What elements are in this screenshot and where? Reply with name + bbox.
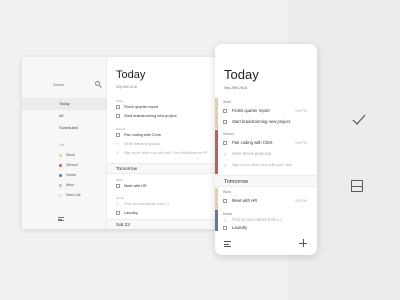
work-color-bar xyxy=(215,188,218,210)
task-label: Write thesis proposal xyxy=(232,151,272,156)
task-label: Meet with HR xyxy=(232,198,258,203)
list-item-misc[interactable]: Misc. xyxy=(22,180,107,190)
menu-line xyxy=(224,243,229,245)
task-label: Pair coding with Chris xyxy=(124,133,161,137)
section-home-block: Home Pick up succulents from LJ Laundry xyxy=(215,210,317,231)
task-item[interactable]: Meet with HR 4:30 PM xyxy=(223,196,313,206)
school-color-bar xyxy=(215,130,218,174)
page-title: Today xyxy=(116,69,146,81)
menu-icon[interactable] xyxy=(224,241,231,247)
search-input[interactable] xyxy=(53,80,93,90)
task-label: Start brainstorming new project xyxy=(124,114,177,118)
task-checkbox[interactable] xyxy=(223,216,227,226)
list-label: Work xyxy=(66,153,75,157)
page-title: Today xyxy=(224,67,259,82)
sidebar-item-all[interactable]: All xyxy=(22,110,107,122)
lists-label: List xyxy=(59,143,64,147)
task-item[interactable]: Meet with HR4:30 PM xyxy=(116,182,231,190)
task-item[interactable]: Pair coding with Chris 4:30 PM xyxy=(223,138,313,148)
task-label: Finish quarter report xyxy=(232,108,270,113)
task-item-done[interactable]: Sign up for office hour with prof. Tom M… xyxy=(116,149,231,157)
menu-icon[interactable] xyxy=(58,217,64,221)
list-color-dot xyxy=(59,183,62,187)
list-color-dot xyxy=(59,173,62,177)
new-list-button[interactable]: New List xyxy=(22,190,107,200)
task-label: Pick up succulents from LJ xyxy=(232,217,282,222)
task-item[interactable]: Finish quarter report4:30 PM xyxy=(116,103,231,111)
list-item-home[interactable]: Home xyxy=(22,170,107,180)
check-icon[interactable] xyxy=(352,114,366,126)
task-label: Meet with HR xyxy=(124,184,147,188)
task-item[interactable]: Pair coding with Chris4:30 PM xyxy=(116,131,231,139)
search-icon[interactable] xyxy=(95,81,100,86)
task-checkbox[interactable] xyxy=(116,200,120,207)
list-item-work[interactable]: Work xyxy=(22,150,107,160)
task-label: Write thesis proposal xyxy=(124,142,160,146)
task-label: Sign up for office hour with prof. Tom M… xyxy=(124,151,208,155)
section-work: Work xyxy=(223,190,232,194)
task-time: 4:30 PM xyxy=(295,141,307,145)
task-item[interactable]: Laundry xyxy=(223,223,313,233)
task-checkbox[interactable] xyxy=(116,105,120,109)
task-checkbox[interactable] xyxy=(223,199,227,203)
task-label: Laundry xyxy=(124,211,138,215)
task-label: Start brainstorming new project xyxy=(232,119,290,124)
task-item-done[interactable]: Write thesis proposal xyxy=(223,149,313,160)
task-item[interactable]: Finish quarter report 4:30 PM xyxy=(223,106,313,116)
section-work2-block: Work Meet with HR 4:30 PM xyxy=(215,188,317,210)
add-task-icon[interactable] xyxy=(299,239,307,247)
list-label: Home xyxy=(66,173,77,177)
list-color-dot xyxy=(59,153,62,157)
task-checkbox[interactable] xyxy=(223,150,227,160)
list-item-school[interactable]: School xyxy=(22,160,107,170)
sidebar-item-scheduled[interactable]: Scheduled xyxy=(22,122,107,134)
task-checkbox[interactable] xyxy=(223,109,227,113)
list-label: Misc. xyxy=(66,183,75,187)
task-label: Finish quarter report xyxy=(124,105,159,109)
task-item[interactable]: Start brainstorming new project xyxy=(223,117,313,127)
task-item-done[interactable]: Write thesis proposal xyxy=(116,140,231,148)
task-label: Pair coding with Chris xyxy=(232,140,273,145)
list-label: School xyxy=(66,163,78,167)
section-work: Work xyxy=(223,100,232,104)
task-time: 4:30 PM xyxy=(295,199,307,203)
task-checkbox[interactable] xyxy=(116,184,120,188)
task-item[interactable]: Start brainstorming new project xyxy=(116,112,231,120)
task-time: 4:30 PM xyxy=(295,109,307,113)
section-school: School xyxy=(223,132,234,136)
sidebar: Today All Scheduled List Work School Hom… xyxy=(22,57,107,229)
layout-icon[interactable] xyxy=(351,180,363,192)
menu-line xyxy=(224,241,231,242)
home-color-bar xyxy=(215,210,218,231)
task-checkbox[interactable] xyxy=(116,140,120,147)
task-checkbox[interactable] xyxy=(223,161,227,171)
mobile-card: Today Sep 20th 2018 Work Finish quarter … xyxy=(215,44,317,255)
section-work-block: Work Finish quarter report 4:30 PM Start … xyxy=(215,98,317,129)
sidebar-item-today[interactable]: Today xyxy=(22,98,107,110)
task-item[interactable]: Laundry xyxy=(116,209,231,217)
page-date: Sep 20th 2018 xyxy=(116,85,137,89)
section-school-block: School Pair coding with Chris 4:30 PM Wri… xyxy=(215,130,317,174)
plus-icon xyxy=(59,193,62,197)
task-label: Sign up for office hour with prof. Tom xyxy=(232,163,292,167)
task-checkbox[interactable] xyxy=(223,141,227,145)
task-checkbox[interactable] xyxy=(116,114,120,118)
list-color-dot xyxy=(59,163,62,167)
task-item-done[interactable]: Pick up succulents from LJ xyxy=(116,200,231,208)
task-checkbox[interactable] xyxy=(116,133,120,137)
list-label: New List xyxy=(66,193,81,197)
search-bar[interactable] xyxy=(53,80,103,90)
task-checkbox[interactable] xyxy=(116,211,120,215)
menu-line xyxy=(224,246,231,247)
task-label: Pick up succulents from LJ xyxy=(124,202,170,206)
task-checkbox[interactable] xyxy=(116,149,120,156)
task-item-done[interactable]: Sign up for office hour with prof. Tom xyxy=(223,160,313,171)
group-tomorrow: Tomorrow xyxy=(215,175,317,187)
task-checkbox[interactable] xyxy=(223,120,227,124)
desktop-window: Today All Scheduled List Work School Hom… xyxy=(22,57,237,229)
task-checkbox[interactable] xyxy=(223,226,227,230)
work-color-bar xyxy=(215,98,218,129)
task-label: Laundry xyxy=(232,225,248,230)
page-date: Sep 20th 2018 xyxy=(224,86,247,90)
